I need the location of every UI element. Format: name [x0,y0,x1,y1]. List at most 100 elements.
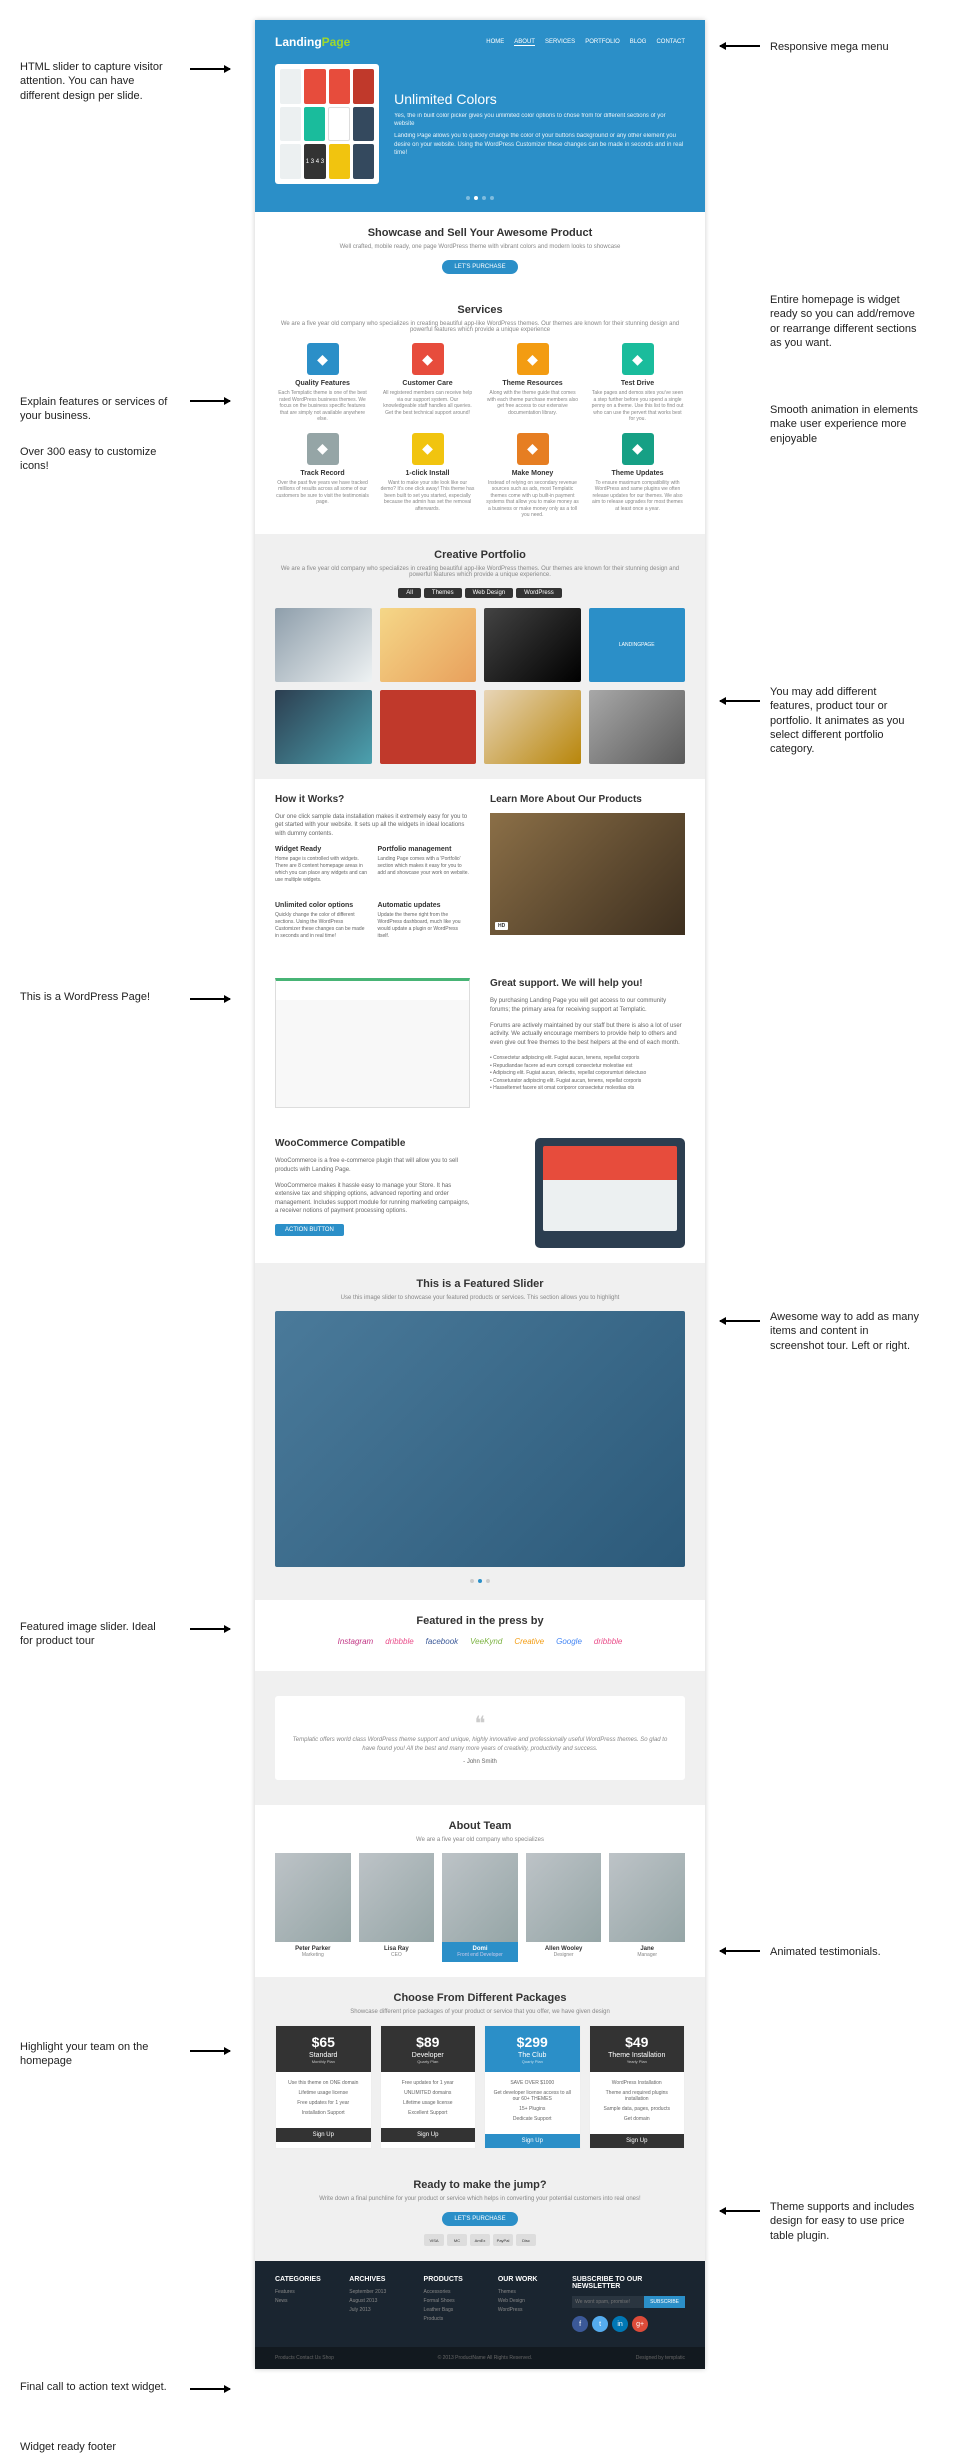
how-title: How it Works? [275,794,470,805]
filter-button[interactable]: WordPress [516,588,562,598]
team-member[interactable]: Allen WooleyDesigner [526,1853,602,1962]
annotation: Awesome way to add as many items and con… [770,1310,920,1353]
press-logo[interactable]: dribbble [594,1637,622,1646]
service-desc: Over the past five years we have tracked… [275,480,370,506]
price: $65 [284,2034,363,2050]
footer-heading: CATEGORIES [275,2276,339,2283]
press-logo[interactable]: VeeKynd [470,1637,502,1646]
footer-link[interactable]: Accessories [424,2289,488,2295]
press-logo[interactable]: dribbble [385,1637,413,1646]
slider-dots[interactable] [275,192,685,202]
services-section: Services We are a five year old company … [255,289,705,534]
hero-desc: Landing Page allows you to quickly chang… [394,132,685,157]
portfolio-item[interactable] [380,690,477,764]
team-member[interactable]: DomiFront end Developer [442,1853,518,1962]
pricing-plan: $89DeveloperQuarty PlanFree updates for … [380,2025,477,2149]
filter-button[interactable]: Themes [424,588,462,598]
twitter-icon[interactable]: t [592,2316,608,2332]
featured-slide[interactable] [275,1311,685,1567]
menu-item[interactable]: ABOUT [514,39,535,46]
footer-link[interactable]: September 2013 [349,2289,413,2295]
signup-button[interactable]: Sign Up [276,2128,371,2142]
footer-link[interactable]: Formal Shoes [424,2298,488,2304]
plan-name: The Club [493,2052,572,2059]
team-member[interactable]: Peter ParkerMarketing [275,1853,351,1962]
plan-name: Theme Installation [598,2052,677,2059]
portfolio-item[interactable] [589,690,686,764]
footer-heading: SUBSCRIBE TO OUR NEWSLETTER [572,2276,685,2290]
portfolio-item[interactable] [275,608,372,682]
press-logo[interactable]: Google [556,1637,582,1646]
member-role: Manager [609,1952,685,1958]
logo[interactable]: LandingPage [275,35,350,49]
testimonial-author: - John Smith [290,1759,670,1765]
signup-button[interactable]: Sign Up [381,2128,476,2142]
service-item: ◆Theme UpdatesTo ensure maximum compatib… [590,433,685,519]
annotation: Smooth animation in elements make user e… [770,403,920,446]
cta-button[interactable]: LET'S PURCHASE [442,2212,517,2226]
menu-item[interactable]: PORTFOLIO [585,39,620,46]
footer-link[interactable]: August 2013 [349,2298,413,2304]
member-role: Front end Developer [442,1952,518,1958]
filter-button[interactable]: Web Design [465,588,514,598]
team-member[interactable]: JaneManager [609,1853,685,1962]
purchase-button[interactable]: LET'S PURCHASE [442,260,517,274]
section-title: Featured in the press by [275,1615,685,1627]
feature-title: Automatic updates [378,902,471,909]
service-icon: ◆ [307,433,339,465]
press-section: Featured in the press by Instagram dribbb… [255,1600,705,1671]
footer-col: PRODUCTSAccessoriesFormal ShoesLeather B… [424,2276,488,2332]
facebook-icon[interactable]: f [572,2316,588,2332]
menu-item[interactable]: HOME [486,39,504,46]
arrow-icon [190,998,230,1000]
member-role: Marketing [275,1952,351,1958]
footer-link[interactable]: Themes [498,2289,562,2295]
service-item: ◆Quality FeaturesEach Templatic theme is… [275,343,370,423]
annotation: Responsive mega menu [770,40,889,54]
filter-button[interactable]: All [398,588,421,598]
signup-button[interactable]: Sign Up [590,2134,685,2148]
menu-item[interactable]: BLOG [630,39,647,46]
footer-link[interactable]: Web Design [498,2298,562,2304]
newsletter-input[interactable] [572,2296,644,2308]
bullet-item: • Adipiscing elit. Fugiat aucun, delecti… [490,1070,685,1078]
footer-link[interactable]: WordPress [498,2307,562,2313]
cta-title: Ready to make the jump? [275,2179,685,2191]
footer-link[interactable]: Products [424,2316,488,2322]
feature-item: Widget ReadyHome page is controlled with… [275,846,368,892]
plan-feature: Lifetime usage license [284,2090,363,2096]
portfolio-item[interactable]: LANDINGPAGE [589,608,686,682]
plan-name: Standard [284,2052,363,2059]
slider-dots[interactable] [275,1575,685,1585]
footer-link[interactable]: News [275,2298,339,2304]
menu-item[interactable]: CONTACT [656,39,685,46]
linkedin-icon[interactable]: in [612,2316,628,2332]
video-player[interactable]: HD [490,813,685,935]
signup-button[interactable]: Sign Up [485,2134,580,2148]
subscribe-button[interactable]: SUBSCRIBE [644,2296,685,2308]
portfolio-item[interactable] [484,690,581,764]
feature-title: Widget Ready [275,846,368,853]
portfolio-item[interactable] [275,690,372,764]
footer-link[interactable]: Leather Bags [424,2307,488,2313]
menu-item[interactable]: SERVICES [545,39,575,46]
service-icon: ◆ [307,343,339,375]
footer-links[interactable]: Products Contact Us Shop [275,2355,334,2361]
press-logo[interactable]: Creative [514,1637,544,1646]
footer-link[interactable]: July 2013 [349,2307,413,2313]
hero-section: LandingPage HOME ABOUT SERVICES PORTFOLIO BL… [255,20,705,212]
portfolio-item[interactable] [484,608,581,682]
press-logo[interactable]: Instagram [338,1637,374,1646]
hero-slider-image[interactable]: 1 3 4 3 [275,64,379,184]
footer-link[interactable]: Features [275,2289,339,2295]
feature-desc: Update the theme right from the WordPres… [378,912,471,940]
press-logo[interactable]: facebook [426,1637,458,1646]
service-desc: All registered members can receive help … [380,390,475,416]
google-icon[interactable]: g+ [632,2316,648,2332]
action-button[interactable]: ACTION BUTTON [275,1224,344,1236]
team-member[interactable]: Lisa RayCEO [359,1853,435,1962]
service-item: ◆1-click InstallWant to make your site l… [380,433,475,519]
price: $89 [389,2034,468,2050]
hero-title: Unlimited Colors [394,91,685,107]
portfolio-item[interactable] [380,608,477,682]
